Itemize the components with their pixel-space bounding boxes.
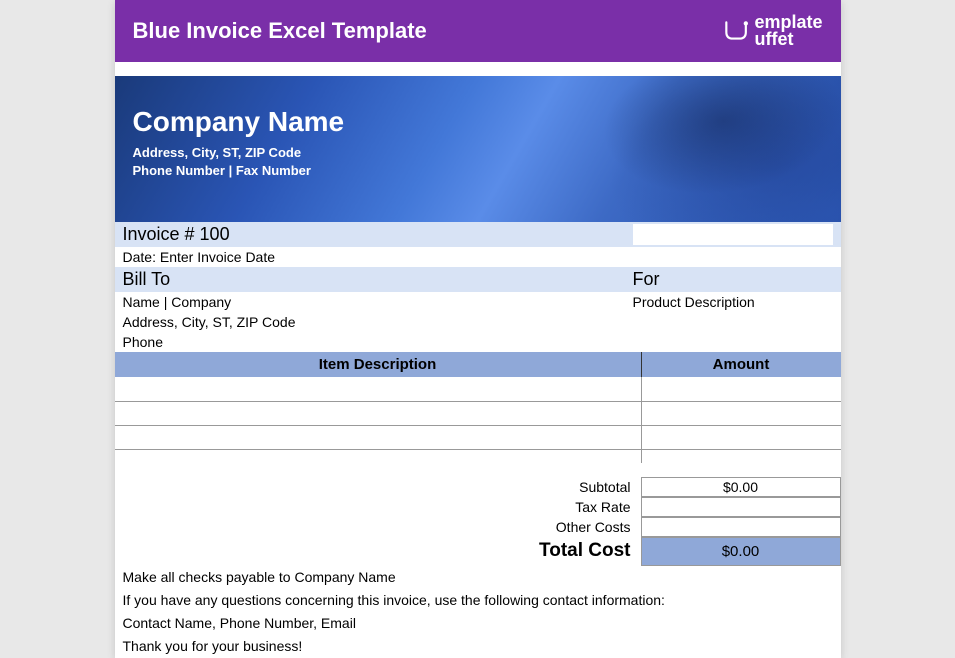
invoice-date: Date: Enter Invoice Date <box>115 247 841 267</box>
item-row <box>115 425 841 449</box>
item-row <box>115 449 841 463</box>
subtotal-label: Subtotal <box>115 477 641 497</box>
billto-heading: Bill To <box>123 269 633 290</box>
items-table-header: Item Description Amount <box>115 352 841 377</box>
cart-icon <box>722 18 748 44</box>
page-title: Blue Invoice Excel Template <box>133 18 427 44</box>
subtotal-value: $0.00 <box>641 477 841 497</box>
footer-line1: Make all checks payable to Company Name <box>115 566 841 589</box>
invoice-body: Invoice # 100 Date: Enter Invoice Date B… <box>115 222 841 658</box>
total-label: Total Cost <box>115 537 641 566</box>
company-phonefax: Phone Number | Fax Number <box>133 162 823 180</box>
col-item-description: Item Description <box>115 352 641 377</box>
blank-cell <box>633 224 833 245</box>
tax-value <box>641 497 841 517</box>
spacer <box>115 463 841 477</box>
other-value <box>641 517 841 537</box>
footer-line2: If you have any questions concerning thi… <box>115 589 841 612</box>
title-bar: Blue Invoice Excel Template emplate uffe… <box>115 0 841 62</box>
subtotal-row: Subtotal $0.00 <box>115 477 841 497</box>
billto-address: Address, City, ST, ZIP Code <box>115 312 841 332</box>
billto-for-headings: Bill To For <box>115 267 841 292</box>
tax-row: Tax Rate <box>115 497 841 517</box>
billto-row1: Name | Company Product Description <box>115 292 841 312</box>
gap <box>115 62 841 76</box>
invoice-number: Invoice # 100 <box>123 224 633 245</box>
total-value: $0.00 <box>641 537 841 566</box>
template-page: Blue Invoice Excel Template emplate uffe… <box>115 0 841 658</box>
item-row <box>115 377 841 401</box>
col-amount: Amount <box>641 352 841 377</box>
for-desc: Product Description <box>633 294 833 310</box>
billto-name: Name | Company <box>123 294 633 310</box>
footer-line3: Contact Name, Phone Number, Email <box>115 612 841 635</box>
brand-text: emplate uffet <box>754 14 822 48</box>
footer-line4: Thank you for your business! <box>115 635 841 658</box>
tax-label: Tax Rate <box>115 497 641 517</box>
invoice-number-row: Invoice # 100 <box>115 222 841 247</box>
billto-phone: Phone <box>115 332 841 352</box>
brand-logo: emplate uffet <box>722 14 822 48</box>
company-address: Address, City, ST, ZIP Code <box>133 144 823 162</box>
other-row: Other Costs <box>115 517 841 537</box>
header-banner: Company Name Address, City, ST, ZIP Code… <box>115 76 841 222</box>
for-heading: For <box>633 269 833 290</box>
brand-line2: uffet <box>754 31 822 48</box>
item-row <box>115 401 841 425</box>
company-name: Company Name <box>133 106 823 138</box>
total-row: Total Cost $0.00 <box>115 537 841 566</box>
other-label: Other Costs <box>115 517 641 537</box>
